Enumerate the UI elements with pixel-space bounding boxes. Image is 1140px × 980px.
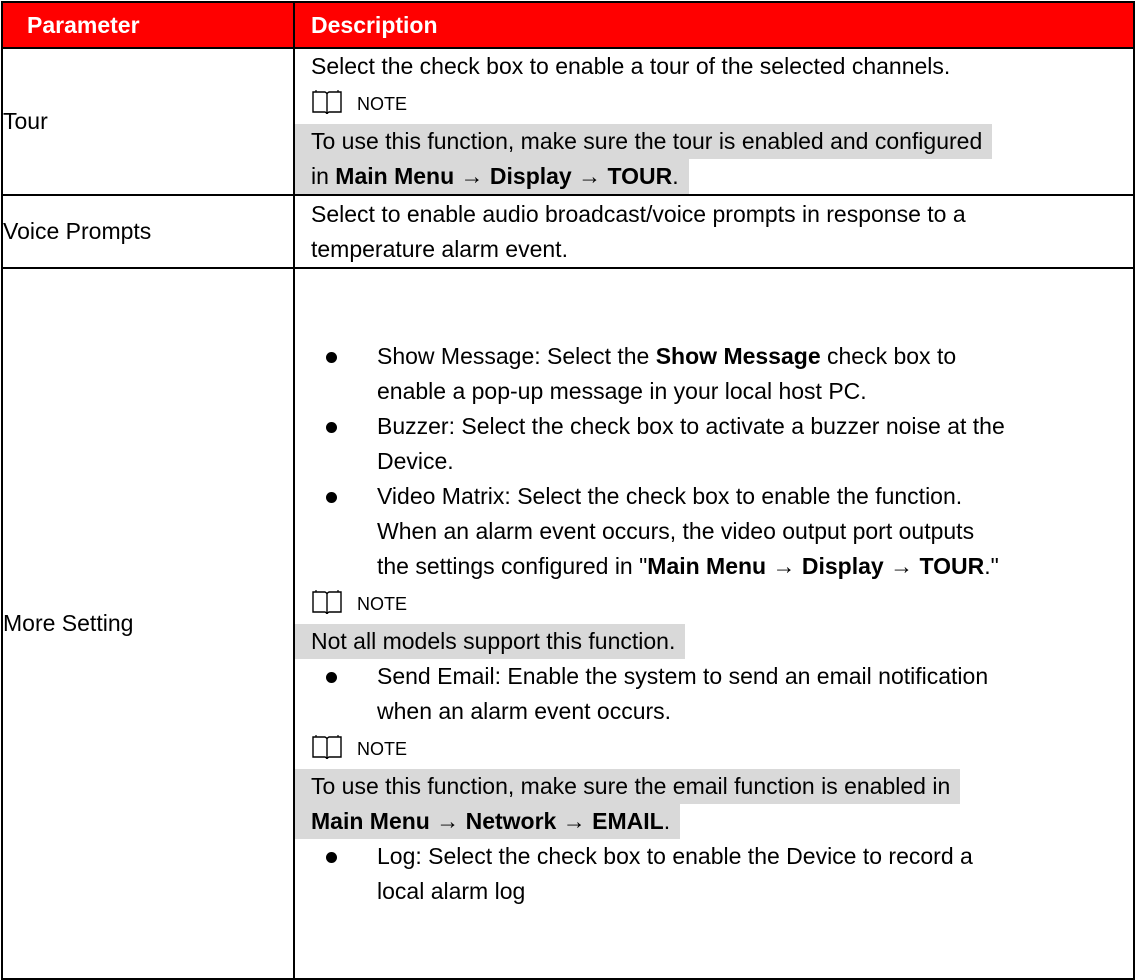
list-item-video-matrix: Video Matrix: Select the check box to en… [295, 479, 1133, 514]
video-matrix-line3: the settings configured in "Main Menu → … [377, 552, 999, 579]
more-note2-line2: Main Menu → Network → EMAIL. [295, 803, 1133, 839]
tour-line1: Select the check box to enable a tour of… [311, 53, 951, 79]
bullet-icon [326, 421, 337, 433]
voice-line2: temperature alarm event. [311, 235, 568, 262]
buzzer-line2: Device. [377, 447, 454, 474]
header-description: Description [293, 1, 1135, 49]
tour-note-line1: To use this function, make sure the tour… [295, 124, 1133, 159]
book-icon [312, 90, 342, 115]
table-row-tour: Tour Select the check box to enable a to… [1, 47, 1135, 196]
bullet-icon [326, 491, 337, 503]
header-parameter: Parameter [1, 1, 295, 49]
desc-voice: Select to enable audio broadcast/voice p… [293, 194, 1135, 269]
tour-note-line2: in Main Menu → Display → TOUR. [295, 159, 1133, 194]
more-note1-text: Not all models support this function. [295, 623, 1133, 659]
more-note2-line1: To use this function, make sure the emai… [295, 768, 1133, 804]
tour-note-label: NOTE [357, 94, 408, 114]
more-note2: NOTE [295, 729, 1133, 769]
table-row-more: More Setting Show Message: Select the Sh… [1, 267, 1135, 980]
param-more: More Setting [1, 267, 295, 980]
list-item-send-email: Send Email: Enable the system to send an… [295, 659, 1133, 694]
bullet-icon [326, 671, 337, 683]
list-item-buzzer: Buzzer: Select the check box to activate… [295, 409, 1133, 444]
bullet-icon [326, 851, 337, 863]
book-icon [312, 589, 342, 614]
param-voice: Voice Prompts [1, 194, 295, 269]
more-note1: NOTE [295, 584, 1133, 624]
tour-menu-path: Main Menu → Display → TOUR [335, 163, 673, 189]
param-tour: Tour [1, 47, 295, 196]
book-icon [312, 734, 342, 759]
video-matrix-line2: When an alarm event occurs, the video ou… [377, 517, 975, 544]
send-email-line2: when an alarm event occurs. [377, 697, 672, 724]
desc-tour: Select the check box to enable a tour of… [293, 47, 1135, 196]
log-line2: local alarm log [377, 877, 526, 904]
list-item-show-message: Show Message: Select the Show Message ch… [295, 339, 1133, 374]
tour-note: NOTE [295, 84, 1133, 124]
table-row-voice: Voice Prompts Select to enable audio bro… [1, 194, 1135, 269]
voice-line1: Select to enable audio broadcast/voice p… [311, 200, 966, 227]
show-message-line2: enable a pop-up message in your local ho… [377, 377, 867, 404]
desc-more: Show Message: Select the Show Message ch… [293, 267, 1135, 980]
bullet-icon [326, 351, 337, 363]
table-header-row: Parameter Description [1, 1, 1135, 49]
parameter-table: Parameter Description Tour Select the ch… [1, 1, 1135, 980]
list-item-log: Log: Select the check box to enable the … [295, 839, 1133, 874]
